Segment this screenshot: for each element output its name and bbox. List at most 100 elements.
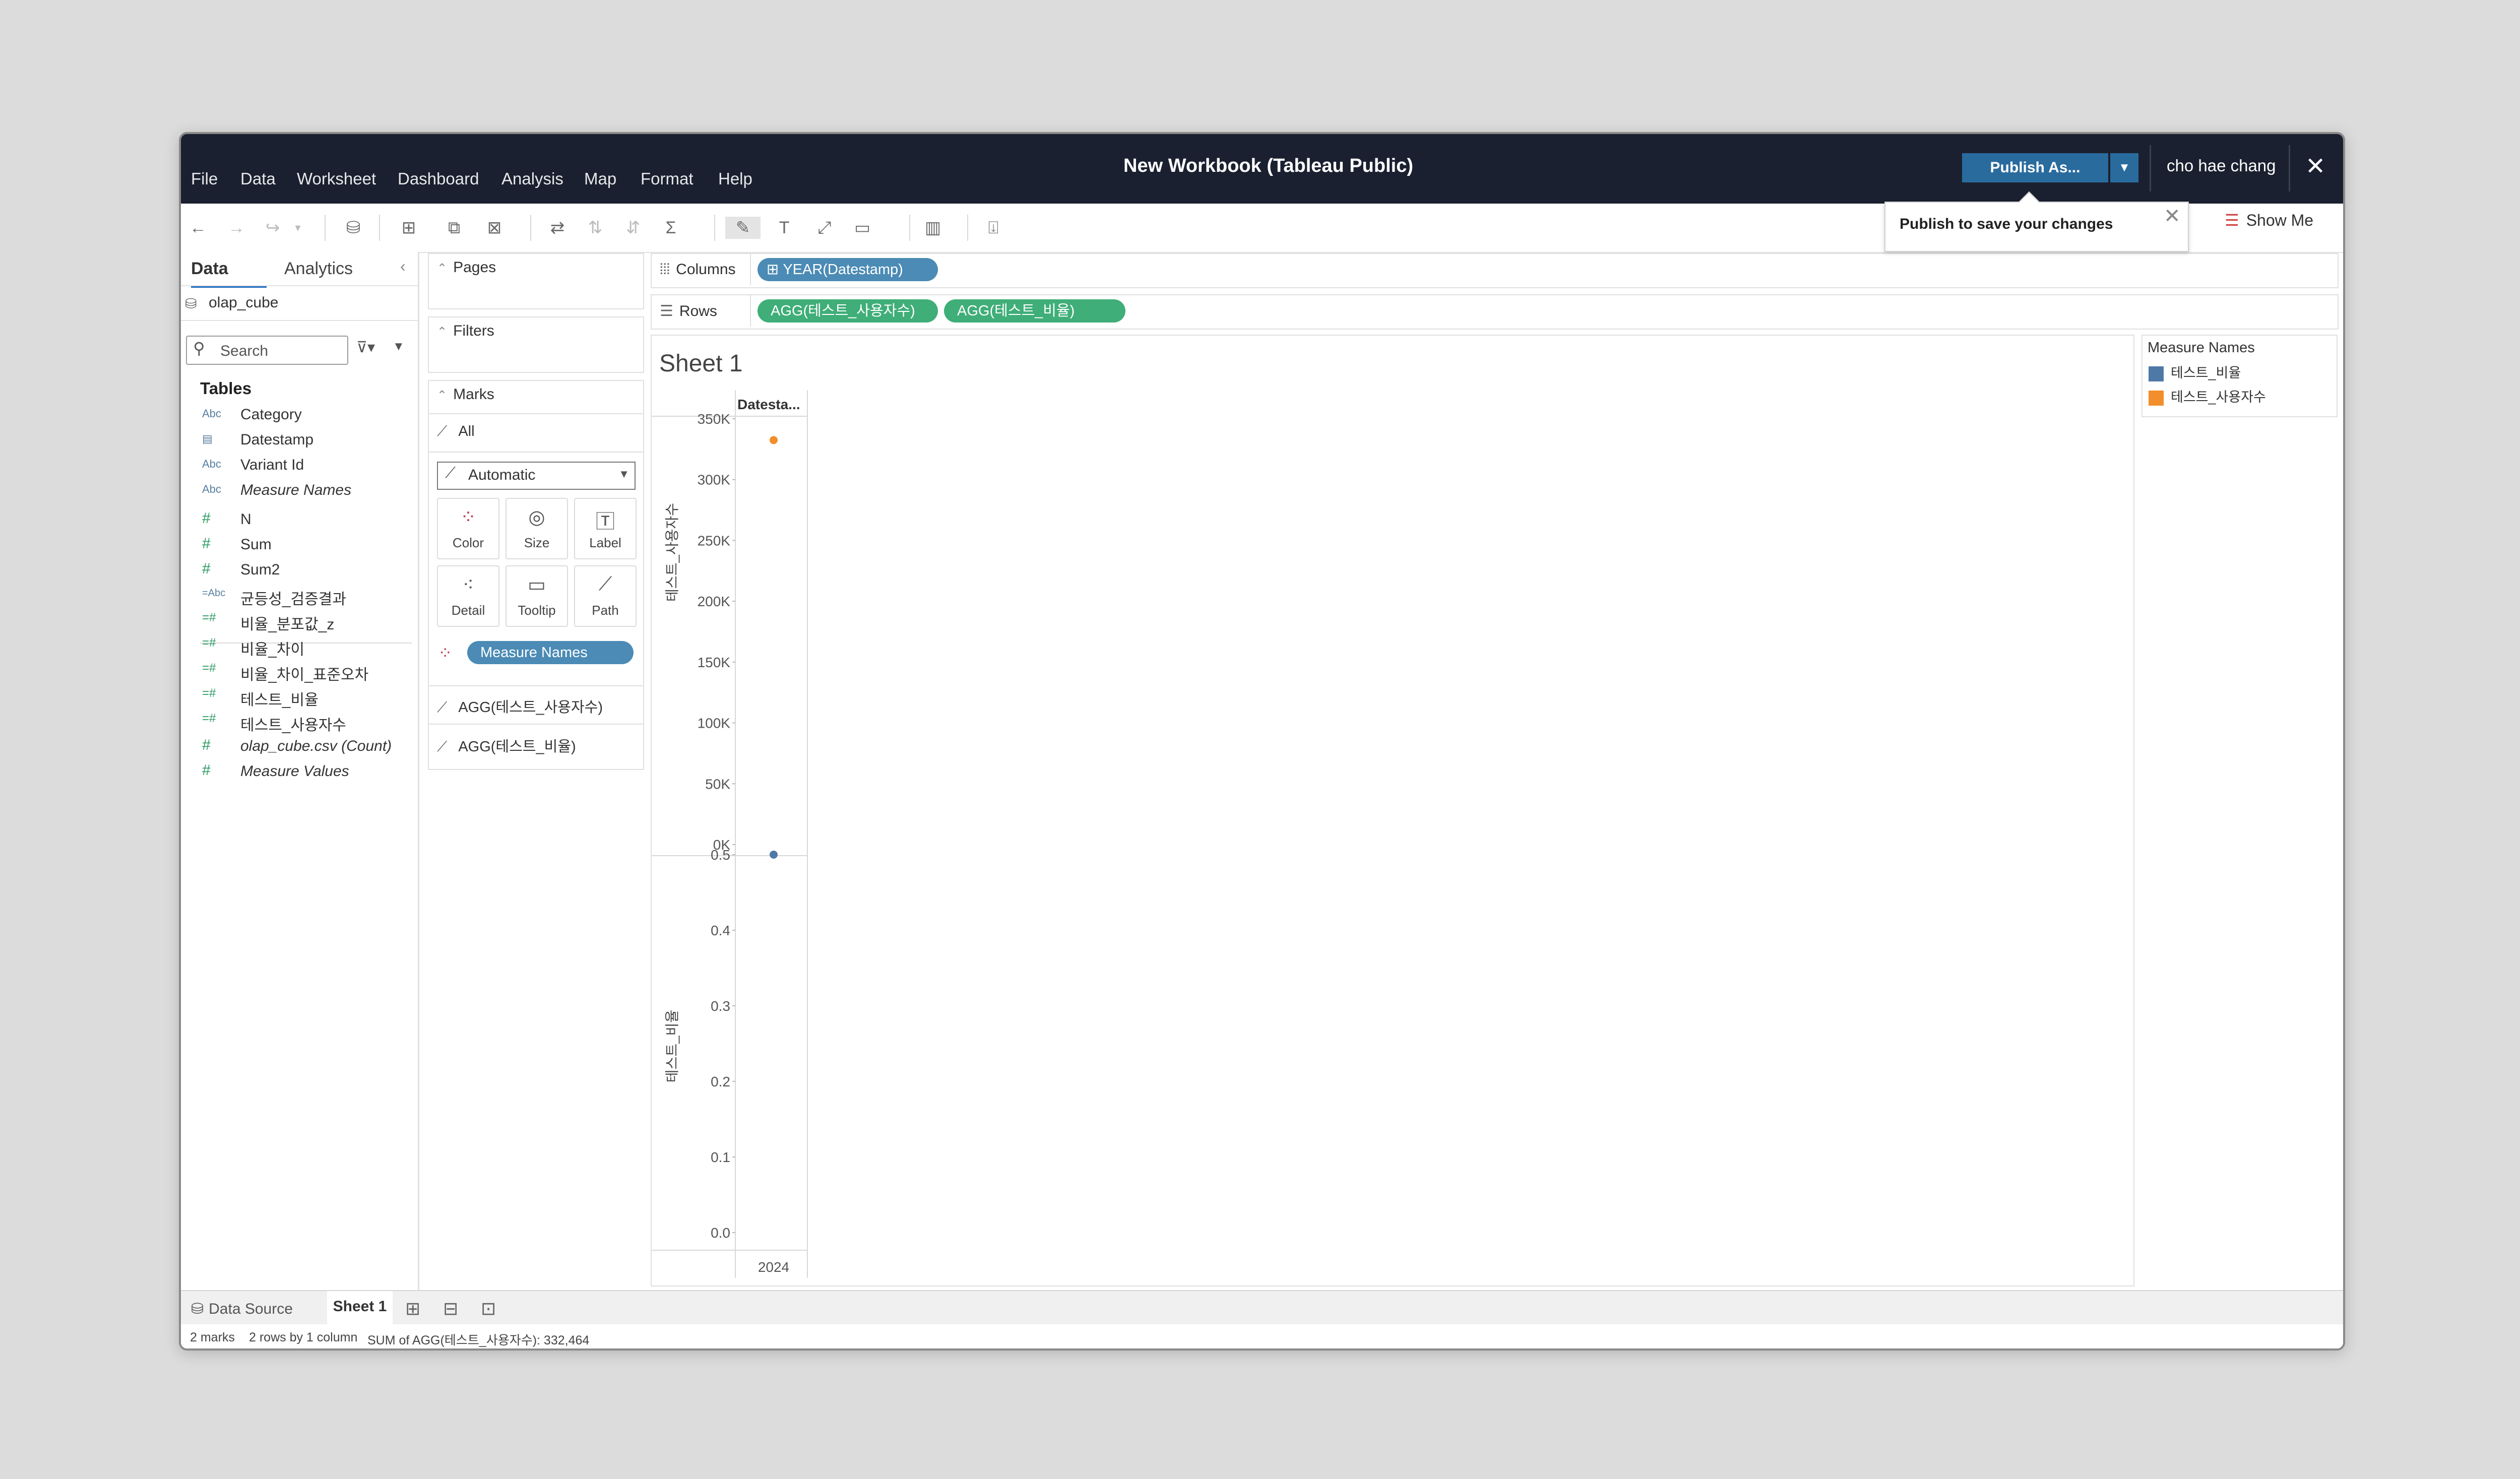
forward-icon[interactable]: → <box>225 217 247 239</box>
field-item[interactable]: =# 비율_분포값_z <box>181 609 418 634</box>
close-icon[interactable]: ✕ <box>2164 205 2181 228</box>
marks-card: ⌃ Marks ⟋ All ⟋ Automatic ▼ ⁘ Color ◎ Size 🅃… <box>428 380 644 770</box>
chevron-down-icon[interactable]: ▾ <box>287 217 309 239</box>
measure-names-pill[interactable]: Measure Names <box>467 641 634 664</box>
legend-item[interactable]: 테스트_비율 <box>2149 362 2241 381</box>
status-marks: 2 marks <box>190 1330 235 1344</box>
size-button[interactable]: ◎ Size <box>506 498 568 559</box>
line-icon: ⟋ <box>445 465 456 481</box>
rows-pill-rate[interactable]: AGG(테스트_비율) <box>944 299 1125 323</box>
publish-as-button[interactable]: Publish As... <box>1962 153 2108 182</box>
data-point[interactable] <box>770 436 778 444</box>
field-item[interactable]: # N <box>181 508 418 533</box>
fit-icon[interactable]: ▭ <box>851 217 873 239</box>
field-item[interactable]: Abc Measure Names <box>181 479 418 504</box>
totals-icon[interactable]: Σ <box>660 217 682 239</box>
year-datestamp-pill[interactable]: ⊞ YEAR(Datestamp) <box>758 258 938 281</box>
tab-data[interactable]: Data <box>191 252 267 288</box>
field-item[interactable]: # Sum <box>181 533 418 558</box>
tab-data-source[interactable]: ⛁ Data Source <box>191 1300 293 1318</box>
y-tick-label: 150K <box>698 655 731 670</box>
columns-shelf[interactable]: ⦙⦙⦙ Columns ⊞ YEAR(Datestamp) <box>651 253 2339 288</box>
field-item[interactable]: =# 테스트_비율 <box>181 684 418 710</box>
field-item[interactable]: ▤ Datestamp <box>181 428 418 454</box>
user-menu[interactable]: cho hae chang <box>2167 156 2276 175</box>
y-tick-label: 50K <box>705 776 730 792</box>
field-item[interactable]: Abc Category <box>181 403 418 428</box>
back-icon[interactable]: ← <box>187 217 209 239</box>
fix-axes-icon[interactable]: ⤢ <box>813 217 836 239</box>
data-point[interactable] <box>770 851 778 859</box>
marks-tab-agg2[interactable]: ⟋ AGG(테스트_비율) <box>437 735 576 756</box>
publish-dropdown-button[interactable]: ▼ <box>2110 153 2138 182</box>
close-icon[interactable]: ✕ <box>2305 152 2325 180</box>
rows-pill-users[interactable]: AGG(테스트_사용자수) <box>758 299 938 323</box>
path-button[interactable]: ⟋ Path <box>574 565 637 627</box>
menu-map[interactable]: Map <box>584 169 616 188</box>
menu-format[interactable]: Format <box>641 169 694 188</box>
show-labels-icon[interactable]: T <box>773 217 795 239</box>
field-item[interactable]: =# 비율_차이 <box>181 634 418 659</box>
field-item[interactable]: =# 비율_차이_표준오차 <box>181 659 418 684</box>
menu-worksheet[interactable]: Worksheet <box>297 169 376 188</box>
chart-type-icon[interactable]: ▥ <box>922 217 944 239</box>
new-worksheet-icon[interactable]: ⊞ <box>398 217 420 239</box>
new-story-icon[interactable]: ⊡ <box>481 1298 496 1319</box>
highlight-icon[interactable]: ✎ <box>725 217 761 239</box>
chevron-down-icon[interactable]: ▼ <box>393 340 405 354</box>
label-button[interactable]: 🅃 Label <box>574 498 637 559</box>
menu-help[interactable]: Help <box>718 169 752 188</box>
detail-icon: ⁖ <box>462 574 474 596</box>
filter-icon[interactable]: ⊽▾ <box>356 339 375 356</box>
detail-button[interactable]: ⁖ Detail <box>437 565 499 627</box>
sort-descending-icon[interactable]: ⇵ <box>622 217 644 239</box>
field-item[interactable]: # olap_cube.csv (Count) <box>181 735 418 760</box>
sort-ascending-icon[interactable]: ⇅ <box>584 217 606 239</box>
datasource-icon: ⛁ <box>191 1301 204 1317</box>
legend-item[interactable]: 테스트_사용자수 <box>2149 386 2266 406</box>
field-item[interactable]: =# 테스트_사용자수 <box>181 710 418 735</box>
menu-dashboard[interactable]: Dashboard <box>398 169 479 188</box>
swap-rows-columns-icon[interactable]: ⇄ <box>546 217 569 239</box>
color-button[interactable]: ⁘ Color <box>437 498 499 559</box>
marks-title[interactable]: ⌃ Marks <box>437 386 494 403</box>
legend-swatch <box>2149 390 2164 406</box>
presentation-icon[interactable]: ⍗ <box>982 217 1004 239</box>
search-input[interactable]: ⚲ Search <box>186 336 348 365</box>
rows-shelf[interactable]: ☰ Rows AGG(테스트_사용자수) AGG(테스트_비율) <box>651 294 2339 330</box>
new-worksheet-icon[interactable]: ⊞ <box>405 1298 420 1319</box>
field-label: 테스트_비율 <box>240 692 319 709</box>
field-item[interactable]: =Abc 균등성_검증결과 <box>181 584 418 609</box>
filters-title[interactable]: ⌃ Filters <box>437 323 494 340</box>
duplicate-sheet-icon[interactable]: ⧉ <box>443 217 465 239</box>
clear-sheet-icon[interactable]: ⊠ <box>483 217 506 239</box>
show-me-button[interactable]: ☰ Show Me <box>2225 211 2313 230</box>
menu-data[interactable]: Data <box>240 169 276 188</box>
pages-card: ⌃ Pages <box>428 253 644 309</box>
menu-file[interactable]: File <box>191 169 218 188</box>
mark-type-select[interactable]: ⟋ Automatic ▼ <box>437 462 636 490</box>
redo-icon[interactable]: ↪ <box>262 217 284 239</box>
label-label: Label <box>589 535 621 550</box>
marks-all-tab[interactable]: ⟋ All <box>437 423 475 440</box>
field-item[interactable]: # Measure Values <box>181 760 418 785</box>
workbook-title: New Workbook (Tableau Public) <box>1123 155 1413 176</box>
new-dashboard-icon[interactable]: ⊟ <box>443 1298 458 1319</box>
tab-sheet-1[interactable]: Sheet 1 <box>327 1291 393 1326</box>
show-me-icon: ☰ <box>2225 211 2239 229</box>
tab-analytics[interactable]: Analytics <box>284 252 353 285</box>
tooltip-text: Publish to save your changes <box>1900 216 2113 232</box>
menu-analysis[interactable]: Analysis <box>501 169 563 188</box>
field-item[interactable]: Abc Variant Id <box>181 454 418 479</box>
datasource-name[interactable]: olap_cube <box>209 294 278 311</box>
pages-title[interactable]: ⌃ Pages <box>437 259 496 276</box>
new-datasource-icon[interactable]: ⛁ <box>342 217 364 239</box>
number-icon: # <box>202 510 211 527</box>
line-icon: ⟋ <box>437 423 448 439</box>
tooltip-button[interactable]: ▭ Tooltip <box>506 565 568 627</box>
number-icon: # <box>202 737 211 753</box>
field-item[interactable]: # Sum2 <box>181 558 418 584</box>
number-icon: # <box>202 560 211 577</box>
marks-tab-agg1[interactable]: ⟋ AGG(테스트_사용자수) <box>437 695 603 717</box>
chevron-left-icon[interactable]: ‹ <box>400 257 406 276</box>
